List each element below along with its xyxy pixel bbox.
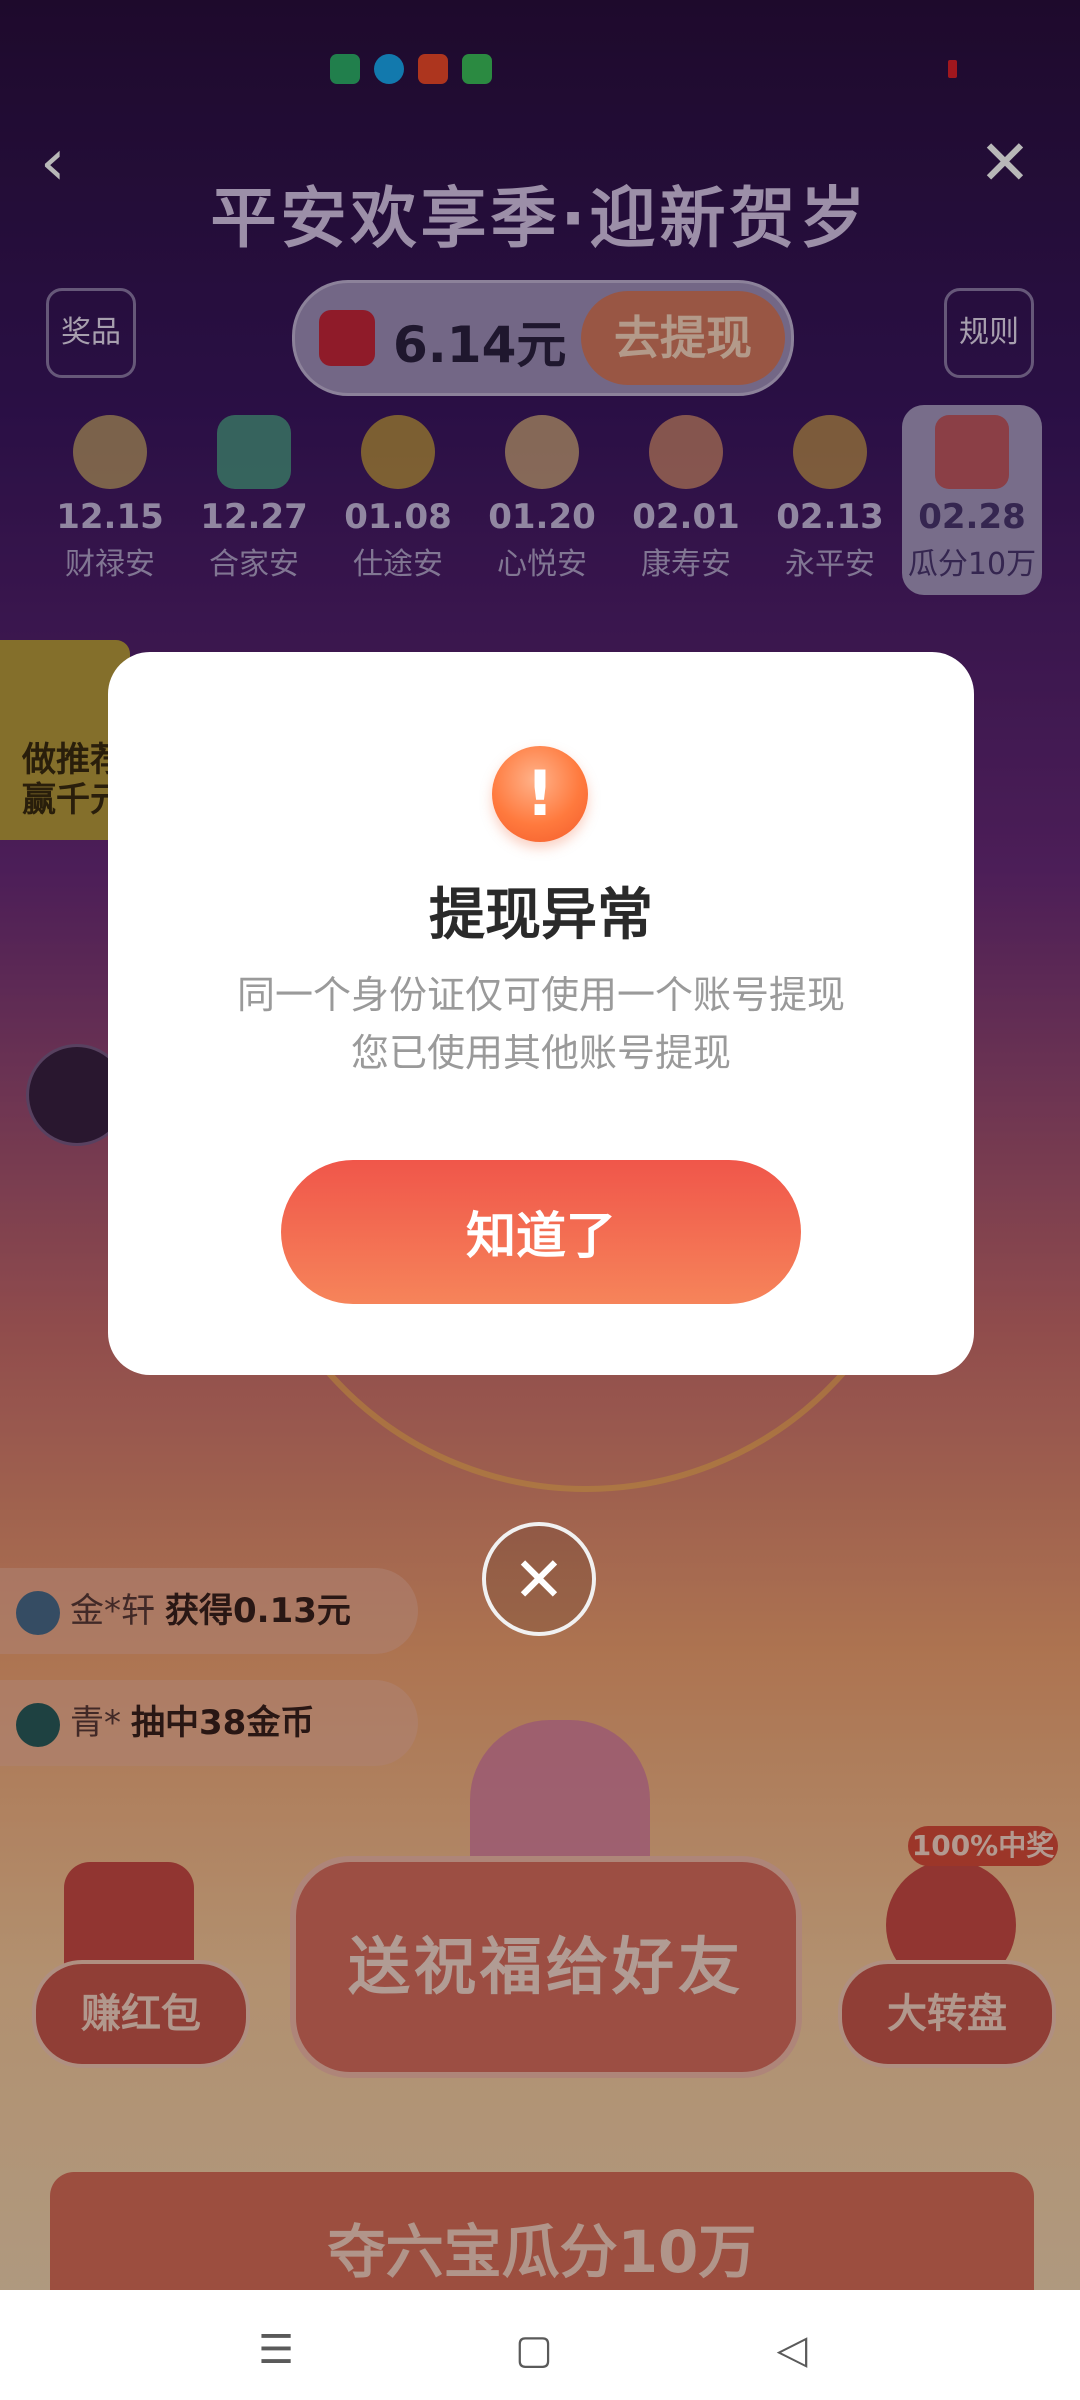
dialog-message-line1: 同一个身份证仅可使用一个账号提现 bbox=[236, 973, 845, 1017]
dialog-message-line2: 您已使用其他账号提现 bbox=[350, 1031, 731, 1075]
dialog-title: 提现异常 bbox=[429, 883, 653, 948]
back-icon[interactable]: ◁ bbox=[762, 2320, 822, 2380]
got-it-button[interactable]: 知道了 bbox=[281, 1160, 801, 1304]
error-dialog: ! 提现异常 同一个身份证仅可使用一个账号提现 您已使用其他账号提现 知道了 bbox=[108, 652, 974, 1375]
menu-icon[interactable]: ☰ bbox=[246, 2320, 306, 2380]
system-nav-bar: ☰ ▢ ◁ bbox=[0, 2290, 1080, 2400]
dialog-close-icon[interactable]: ✕ bbox=[482, 1522, 596, 1636]
exclamation-icon: ! bbox=[492, 746, 588, 842]
home-icon[interactable]: ▢ bbox=[504, 2320, 564, 2380]
